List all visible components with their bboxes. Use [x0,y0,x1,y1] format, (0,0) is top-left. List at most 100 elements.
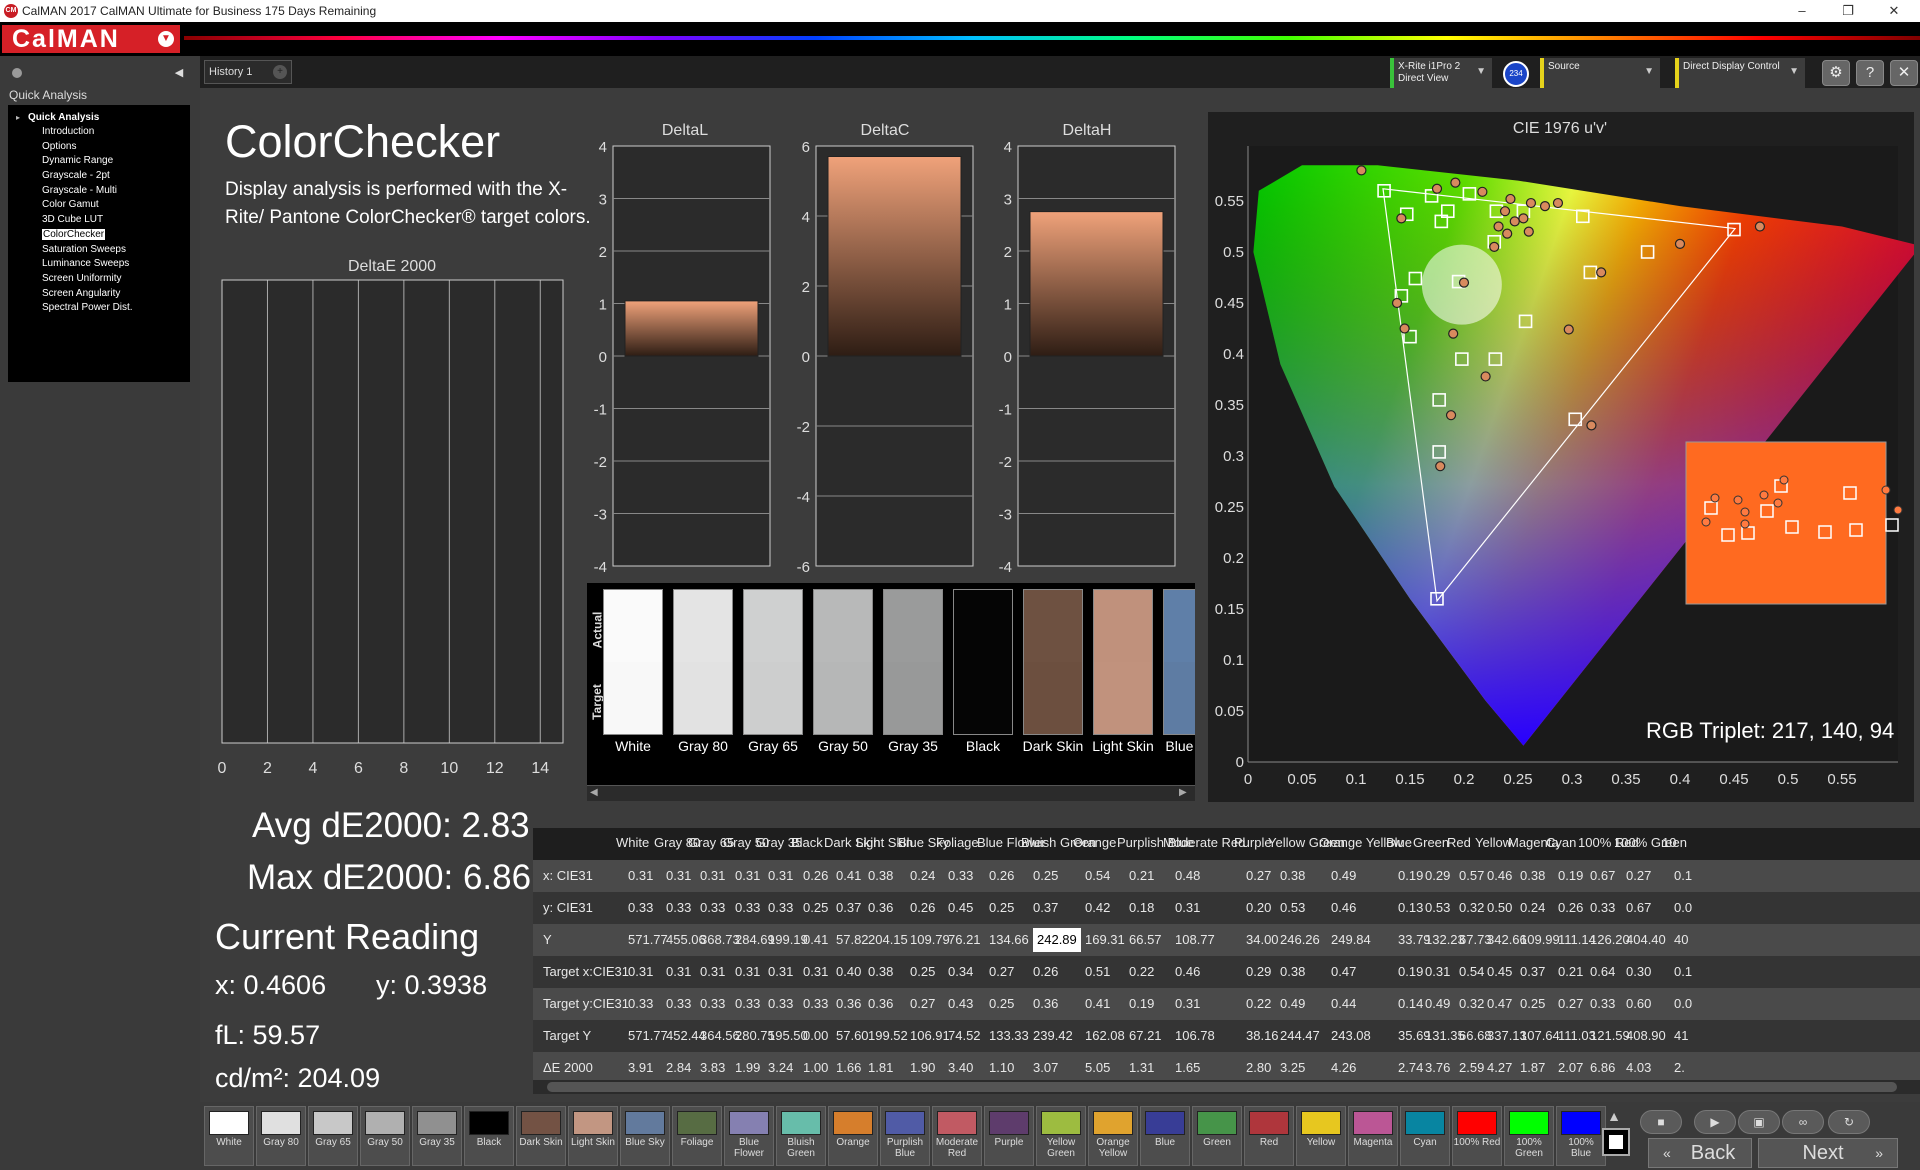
patch-button[interactable]: 100% Blue [1556,1106,1606,1166]
close-icon[interactable]: ✕ [1890,60,1918,86]
patch-button[interactable]: 100% Green [1504,1106,1554,1166]
scroll-right-icon[interactable]: ▶ [1179,787,1187,798]
table-cell: 0.33 [628,996,654,1011]
back-button[interactable]: « Back [1648,1138,1752,1168]
patch-button[interactable]: Blue [1140,1106,1190,1166]
sidebar-item[interactable]: Grayscale - Multi [14,184,190,199]
record-stop-button[interactable] [1602,1128,1630,1156]
collapse-panel-icon[interactable]: ◀ [170,66,188,82]
swatch-scrollbar[interactable]: ◀ ▶ [587,785,1195,801]
meter-selector[interactable]: X-Rite i1Pro 2 Direct View ▼ [1390,58,1492,88]
patch-button[interactable]: Bluish Green [776,1106,826,1166]
panel-dot-icon[interactable] [12,68,22,78]
source-selector[interactable]: Source ▼ [1540,58,1660,88]
swatch-pair[interactable] [1093,589,1153,735]
table-cell: 0.54 [1085,868,1111,883]
sidebar-item[interactable]: Introduction [14,125,190,140]
deltal-tick-label: 4 [599,140,607,156]
table-column-header: Purple [1234,835,1272,850]
minimize-button[interactable]: – [1780,0,1824,22]
patch-button[interactable]: Orange [828,1106,878,1166]
sidebar-item[interactable]: 3D Cube LUT [14,213,190,228]
next-button[interactable]: Next » [1758,1138,1898,1168]
swatch-pair[interactable] [1163,589,1195,735]
patch-button[interactable]: Red [1244,1106,1294,1166]
swatch-pair[interactable] [743,589,803,735]
sidebar-item[interactable]: Saturation Sweeps [14,243,190,258]
patch-button[interactable]: Light Skin [568,1106,618,1166]
maximize-button[interactable]: ❐ [1826,0,1870,22]
table-cell: 57.60 [836,1028,869,1043]
left-panel: ◀ Quick Analysis Quick Analysis Introduc… [0,56,200,1170]
sidebar-item[interactable]: Dynamic Range [14,154,190,169]
table-scrollbar[interactable] [533,1080,1920,1094]
patch-button[interactable]: Yellow Green [1036,1106,1086,1166]
patch-button[interactable]: Gray 50 [360,1106,410,1166]
table-scroll-thumb[interactable] [547,1082,1897,1092]
refresh-icon[interactable]: ↻ [1828,1110,1870,1134]
patch-button[interactable]: Gray 80 [256,1106,306,1166]
table-cell: 121.59 [1590,1028,1630,1043]
sidebar-item[interactable]: Luminance Sweeps [14,257,190,272]
sidebar-item[interactable]: Spectral Power Dist. [14,301,190,316]
deltah-chart: 4 3 2 1 0 -1 -2 -3 -4 [999,140,1176,576]
swatch-pair[interactable] [953,589,1013,735]
loop-icon[interactable]: ∞ [1782,1110,1824,1134]
swatch-pair[interactable] [1023,589,1083,735]
tree-root-quick-analysis[interactable]: Quick Analysis [14,111,190,125]
patch-button[interactable]: Gray 65 [308,1106,358,1166]
cie-y-tick-label: 0.35 [1215,397,1244,414]
patch-color-chip [365,1111,405,1135]
patch-button[interactable]: Gray 35 [412,1106,462,1166]
patch-button[interactable]: Cyan [1400,1106,1450,1166]
scroll-left-icon[interactable]: ◀ [590,787,598,798]
sidebar-item[interactable]: Grayscale - 2pt [14,169,190,184]
history-tabs: History 1 + [200,56,1920,88]
calman-logo-menu[interactable]: CalMAN ▼ [2,25,180,53]
cie-y-tick-label: 0.45 [1215,295,1244,312]
patch-button[interactable]: Moderate Red [932,1106,982,1166]
table-cell: 0.31 [803,964,829,979]
swatch-pair[interactable] [883,589,943,735]
sidebar-item[interactable]: Screen Uniformity [14,272,190,287]
close-window-button[interactable]: ✕ [1872,0,1916,22]
patch-button[interactable]: Green [1192,1106,1242,1166]
patch-button[interactable]: White [204,1106,254,1166]
up-arrow-icon[interactable]: ▲ [1602,1108,1626,1128]
sidebar-item[interactable]: ColorChecker [14,228,190,243]
cie-y-tick-label: 0.2 [1223,550,1244,567]
patch-button[interactable]: Orange Yellow [1088,1106,1138,1166]
patch-button[interactable]: Magenta [1348,1106,1398,1166]
patch-button[interactable]: Blue Sky [620,1106,670,1166]
patch-button[interactable]: Foliage [672,1106,722,1166]
help-icon[interactable]: ? [1856,60,1884,86]
play-icon[interactable]: ▶ [1694,1110,1736,1134]
current-cdm2: cd/m²: 204.09 [215,1063,381,1093]
add-tab-icon[interactable]: + [273,65,287,79]
patch-button[interactable]: Purplish Blue [880,1106,930,1166]
patch-button[interactable]: Yellow [1296,1106,1346,1166]
swatch-label: White [615,738,651,754]
cie-measured-point [1525,197,1537,209]
patch-button[interactable]: Blue Flower [724,1106,774,1166]
meter-badge[interactable]: 234 [1503,61,1529,87]
display-selector[interactable]: Direct Display Control ▼ [1675,58,1805,88]
patch-button[interactable]: Purple [984,1106,1034,1166]
swatch-pair[interactable] [813,589,873,735]
patch-label: Gray 50 [367,1137,403,1148]
table-cell: 0.37 [1033,900,1059,915]
table-row-label: Target Y [543,1028,592,1043]
patch-button[interactable]: Dark Skin [516,1106,566,1166]
patch-button[interactable]: 100% Red [1452,1106,1502,1166]
save-icon[interactable]: ▣ [1738,1110,1780,1134]
stop-icon[interactable]: ■ [1640,1110,1682,1134]
tab-history-1[interactable]: History 1 + [204,60,292,84]
gear-icon[interactable]: ⚙ [1822,60,1850,86]
sidebar-item[interactable]: Options [14,140,190,155]
table-cell: 6.86 [1590,1060,1616,1075]
swatch-pair[interactable] [673,589,733,735]
sidebar-item[interactable]: Color Gamut [14,198,190,213]
patch-button[interactable]: Black [464,1106,514,1166]
swatch-pair[interactable] [603,589,663,735]
sidebar-item[interactable]: Screen Angularity [14,287,190,302]
